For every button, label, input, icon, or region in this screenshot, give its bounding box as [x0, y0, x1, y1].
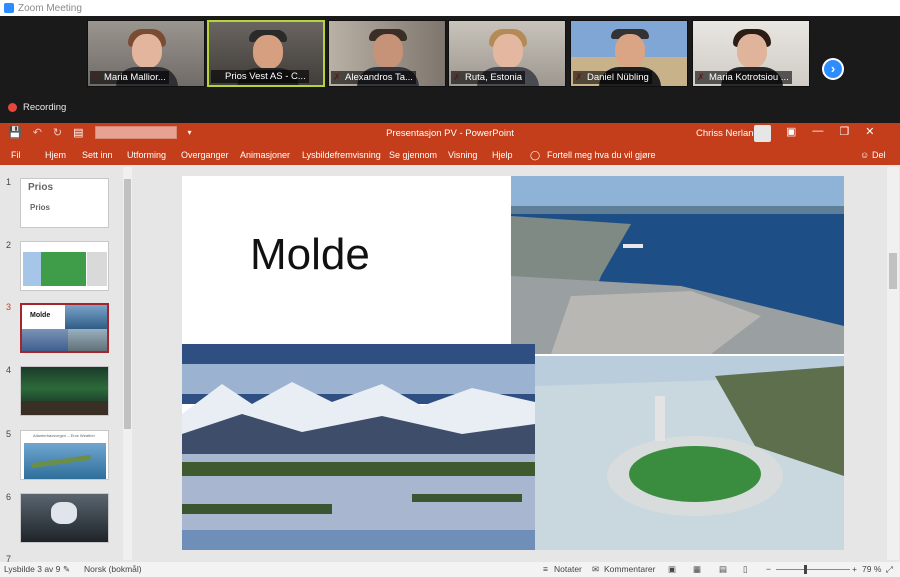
recording-indicator: Recording	[0, 91, 900, 123]
slide-number: 5	[6, 429, 12, 439]
reading-view-icon[interactable]: ▤	[719, 564, 727, 575]
participant-name: Maria Mallior...	[90, 71, 169, 84]
slide-number: 4	[6, 365, 12, 375]
slide-number: 6	[6, 492, 12, 502]
tab-animasjoner[interactable]: Animasjoner	[240, 150, 290, 160]
comments-button[interactable]: Kommentarer	[604, 564, 656, 574]
slide-counter: Lysbilde 3 av 9	[4, 564, 61, 574]
tab-sett-inn[interactable]: Sett inn	[82, 150, 113, 160]
tab-overganger[interactable]: Overganger	[181, 150, 229, 160]
slide-title[interactable]: Molde	[250, 230, 370, 280]
zoom-slider[interactable]	[776, 569, 850, 570]
slide-thumbnail-3-selected[interactable]: Molde	[20, 303, 109, 353]
zoom-in-icon[interactable]: +	[852, 564, 857, 574]
participant-tile-active-speaker[interactable]: Prios Vest AS - C...	[207, 20, 325, 87]
normal-view-icon[interactable]: ▣	[668, 564, 676, 575]
participant-tile[interactable]: ✗ Alexandros Ta...	[328, 20, 446, 87]
slide-sorter-icon[interactable]: ▦	[693, 564, 701, 575]
minimize-icon[interactable]: —	[812, 125, 823, 138]
restore-icon[interactable]: ❐	[839, 125, 849, 138]
zoom-logo-icon	[4, 3, 14, 13]
slide-number-current: 3	[6, 302, 12, 312]
slide-thumbnail-4[interactable]	[20, 366, 109, 416]
tab-utforming[interactable]: Utforming	[127, 150, 166, 160]
slide-thumbnail-2[interactable]	[20, 241, 109, 291]
participant-tile[interactable]: ✗ Ruta, Estonia	[448, 20, 566, 87]
zoom-level[interactable]: 79 %	[862, 564, 881, 574]
status-bar: Lysbilde 3 av 9 ✎ Norsk (bokmål) ≡ Notat…	[0, 562, 900, 577]
slide-thumbnail-pane: 1 Prios Prios 2 3 Molde 4 5 Atlanterhavs…	[0, 165, 132, 564]
spellcheck-icon[interactable]: ✎	[63, 564, 70, 575]
slide-scrollbar[interactable]	[887, 167, 899, 560]
fit-slide-icon[interactable]: ⤢	[886, 564, 893, 575]
thumbnail-scrollbar[interactable]	[123, 167, 132, 560]
user-name[interactable]: Chriss Nerland	[696, 128, 759, 139]
notes-button[interactable]: Notater	[554, 564, 582, 574]
participant-name: Daniel Nübling	[573, 71, 652, 84]
powerpoint-title-bar: 💾 ↶ ↻ ▤ ▾ Presentasjon PV - PowerPoint C…	[0, 123, 900, 145]
zoom-slider-handle[interactable]	[804, 565, 807, 574]
close-icon[interactable]: ✕	[865, 125, 874, 138]
share-icon[interactable]: ☺	[860, 150, 869, 160]
window-title: Zoom Meeting	[18, 2, 82, 14]
participant-tile[interactable]: ✗ Maria Kotrotsiou ...	[692, 20, 810, 87]
tab-hjelp[interactable]: Hjelp	[492, 150, 513, 160]
participant-name: Maria Kotrotsiou ...	[695, 71, 792, 84]
tab-se-gjennom[interactable]: Se gjennom	[389, 150, 437, 160]
slideshow-icon[interactable]: ▯	[743, 564, 748, 575]
comments-icon: ✉	[592, 564, 600, 574]
slide-canvas[interactable]: Molde	[182, 176, 844, 550]
slide-thumbnail-5[interactable]: Atlanterhavsvegen – Eros Weather	[20, 430, 109, 480]
participant-name: Alexandros Ta...	[331, 71, 416, 84]
video-gallery-strip: ✗ Maria Mallior... Prios Vest AS - C... …	[0, 16, 900, 91]
tab-visning[interactable]: Visning	[448, 150, 477, 160]
record-dot-icon	[8, 102, 17, 112]
slide-number: 2	[6, 240, 12, 250]
slide-thumbnail-1[interactable]: Prios Prios	[20, 178, 109, 228]
workspace: 1 Prios Prios 2 3 Molde 4 5 Atlanterhavs…	[0, 165, 900, 564]
mountain-panorama-photo[interactable]	[182, 344, 535, 550]
lightbulb-icon: ◯	[530, 150, 541, 160]
participant-tile[interactable]: ✗ Maria Mallior...	[87, 20, 205, 87]
share-button[interactable]: Del	[872, 150, 886, 160]
zoom-out-icon[interactable]: −	[766, 564, 771, 574]
slide-number: 1	[6, 177, 12, 187]
zoom-title-bar: Zoom Meeting	[0, 0, 900, 16]
participant-name: Prios Vest AS - C...	[211, 70, 309, 83]
user-avatar[interactable]	[754, 125, 771, 142]
next-page-button[interactable]: ›	[822, 58, 844, 80]
notes-icon: ≡	[543, 564, 548, 574]
tab-fil[interactable]: Fil	[11, 150, 21, 160]
participant-tile[interactable]: ✗ Daniel Nübling	[570, 20, 688, 87]
slide-thumbnail-6[interactable]	[20, 493, 109, 543]
tab-lysbildefremvisning[interactable]: Lysbildefremvisning	[302, 150, 381, 160]
recording-label: Recording	[23, 101, 67, 113]
participant-name: Ruta, Estonia	[451, 71, 526, 84]
chevron-right-icon: ›	[824, 60, 842, 78]
tab-hjem[interactable]: Hjem	[45, 150, 66, 160]
ribbon-tabs: Fil Hjem Sett inn Utforming Overganger A…	[0, 145, 900, 165]
tell-me-search[interactable]: Fortell meg hva du vil gjøre	[547, 150, 656, 160]
stadium-aerial-photo[interactable]	[535, 356, 844, 550]
window-controls: ▣ — ❐ ✕	[786, 125, 875, 138]
ribbon-display-icon[interactable]: ▣	[786, 125, 796, 138]
molde-aerial-photo[interactable]	[511, 176, 844, 354]
language-indicator[interactable]: Norsk (bokmål)	[84, 564, 142, 574]
